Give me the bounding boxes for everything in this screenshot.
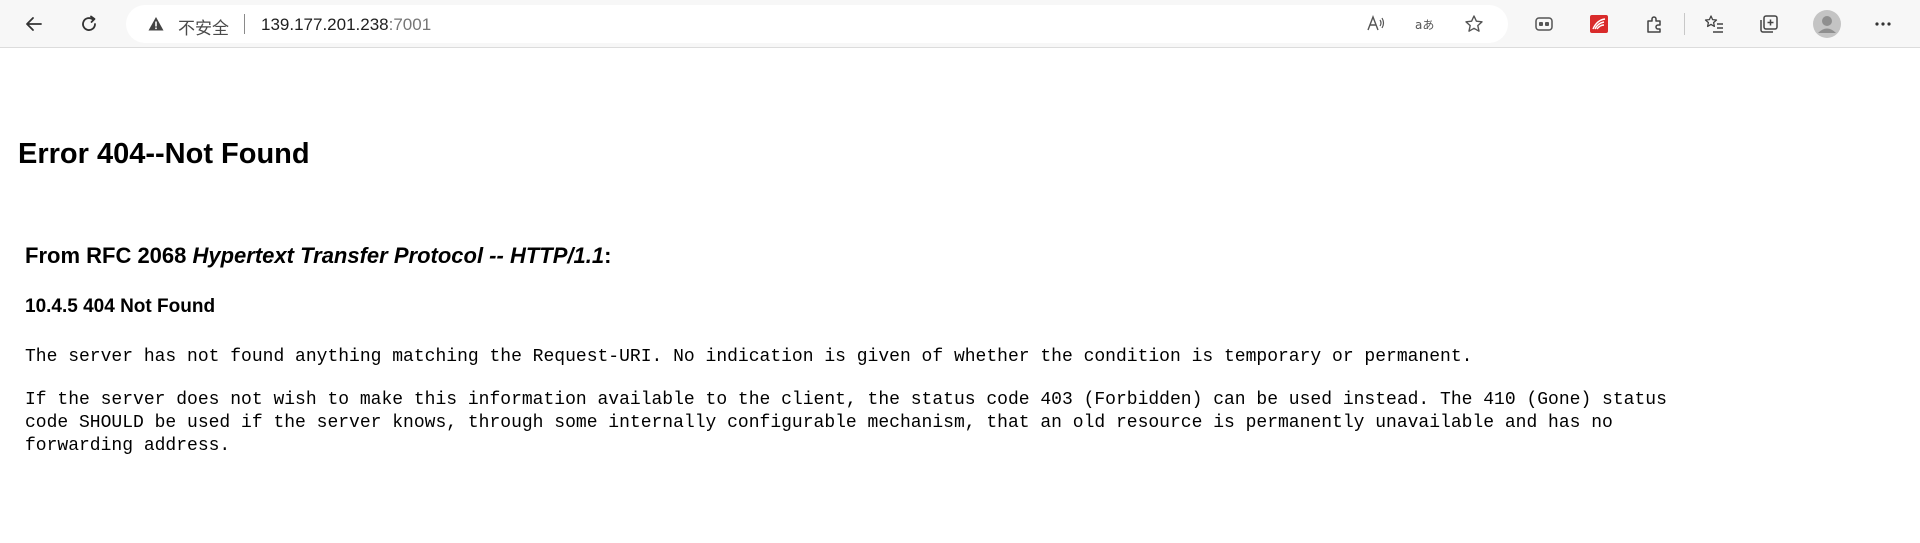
page-title: Error 404--Not Found (18, 138, 310, 170)
extension-red-button[interactable] (1581, 6, 1617, 42)
refresh-button[interactable] (71, 6, 107, 42)
refresh-icon (82, 15, 96, 31)
favorites-list-icon (1704, 15, 1723, 33)
back-arrow-icon (26, 17, 42, 31)
url-text[interactable]: 139.177.201.238:7001 (261, 15, 431, 35)
warning-triangle-icon[interactable] (148, 16, 164, 32)
url-host: 139.177.201.238 (261, 15, 389, 34)
security-status-label[interactable]: 不安全 (178, 14, 229, 39)
profile-button[interactable] (1809, 6, 1845, 42)
paragraph-description: The server has not found anything matchi… (25, 347, 1473, 367)
rfc-suffix: : (604, 243, 612, 268)
page-content: Error 404--Not Found From RFC 2068 Hyper… (0, 49, 1920, 543)
address-bar[interactable]: 不安全 139.177.201.238:7001 aあ (126, 5, 1508, 43)
games-button[interactable] (1526, 6, 1562, 42)
collections-icon (1760, 15, 1778, 33)
toolbar-divider (1684, 13, 1685, 35)
section-heading: 10.4.5 404 Not Found (25, 296, 216, 317)
star-icon[interactable] (1464, 14, 1484, 34)
address-divider (244, 14, 245, 34)
paragraph-details: If the server does not wish to make this… (25, 390, 1667, 456)
puzzle-icon (1647, 16, 1661, 33)
svg-text:aあ: aあ (1415, 18, 1434, 32)
read-aloud-icon[interactable] (1366, 14, 1386, 34)
games-icon (1535, 17, 1553, 31)
favorites-button[interactable] (1696, 6, 1732, 42)
more-button[interactable] (1865, 6, 1901, 42)
extensions-button[interactable] (1636, 6, 1672, 42)
translate-icon[interactable]: aあ (1415, 14, 1435, 34)
more-dots-icon (1875, 22, 1891, 26)
extension-red-icon (1590, 15, 1608, 33)
profile-avatar-icon (1813, 10, 1841, 38)
rfc-heading: From RFC 2068 Hypertext Transfer Protoco… (25, 243, 611, 269)
back-button[interactable] (16, 6, 52, 42)
collections-button[interactable] (1751, 6, 1787, 42)
browser-toolbar: 不安全 139.177.201.238:7001 aあ (0, 0, 1920, 48)
rfc-title: Hypertext Transfer Protocol -- HTTP/1.1 (192, 243, 605, 268)
rfc-prefix: From RFC 2068 (25, 243, 193, 268)
url-port: :7001 (388, 15, 432, 34)
